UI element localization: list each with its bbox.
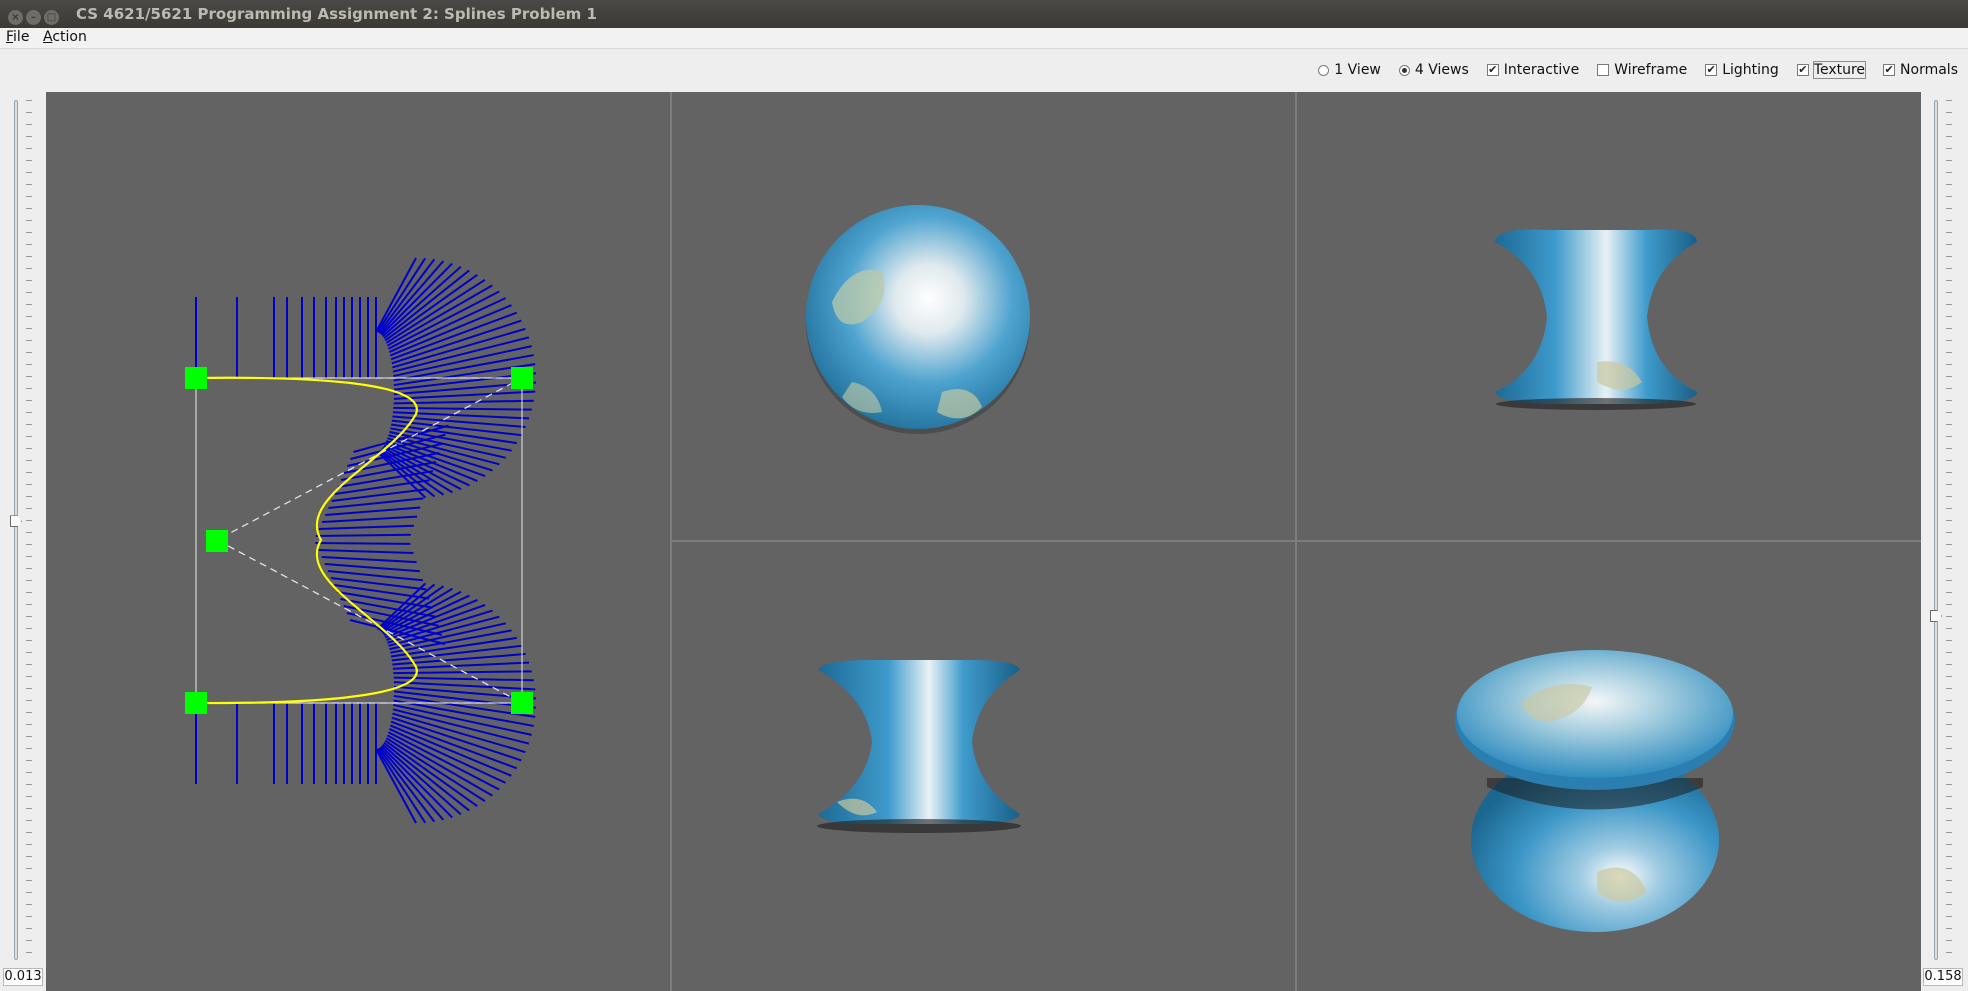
control-point[interactable] (185, 692, 207, 714)
window-controls: × – □ (8, 6, 62, 25)
maximize-icon[interactable]: □ (44, 10, 59, 25)
menu-action[interactable]: Action (43, 29, 87, 45)
normal-line (322, 515, 418, 523)
normal-line (334, 584, 430, 600)
normal-line (377, 258, 436, 334)
normals-label: Normals (1900, 62, 1958, 78)
spline-editor-view[interactable] (46, 92, 670, 991)
control-point[interactable] (511, 692, 533, 714)
normal-line (315, 542, 411, 545)
bounding-box (195, 377, 523, 704)
menu-file-mnemonic: F (6, 29, 14, 45)
left-slider-ticks (26, 100, 32, 960)
right-slider-track[interactable] (1934, 100, 1938, 960)
window-title: CS 4621/5621 Programming Assignment 2: S… (76, 5, 597, 23)
left-vertical-slider[interactable] (2, 92, 32, 964)
normal-line (321, 556, 417, 564)
perspective-view[interactable] (1297, 542, 1921, 991)
one-view-label: 1 View (1334, 62, 1381, 78)
normal-line (315, 533, 411, 537)
view-options-toolbar: 1 View 4 Views ✔ Interactive Wireframe ✔ L… (1300, 60, 1958, 80)
close-icon[interactable]: × (8, 10, 23, 25)
right-slider-thumb[interactable] (1930, 610, 1942, 622)
menu-action-mnemonic: A (43, 29, 53, 45)
menu-file[interactable]: File (6, 29, 29, 45)
minimize-icon[interactable]: – (26, 10, 41, 25)
texture-label: Texture (1812, 61, 1867, 79)
interactive-label: Interactive (1503, 62, 1580, 78)
left-slider-thumb[interactable] (10, 515, 22, 528)
control-point[interactable] (185, 367, 207, 389)
shape-shadow (817, 819, 1021, 833)
top-cap (1457, 650, 1733, 778)
four-views-radio[interactable]: 4 Views (1398, 62, 1469, 78)
wireframe-label: Wireframe (1614, 62, 1688, 78)
normals-checkbox[interactable]: ✔ Normals (1883, 62, 1958, 78)
control-point[interactable] (206, 530, 228, 552)
normals-checkbox-box[interactable]: ✔ (1883, 64, 1896, 76)
right-vertical-slider[interactable] (1922, 92, 1952, 964)
normal-line (324, 563, 420, 573)
front-view[interactable] (672, 542, 1295, 991)
spline-curve (195, 376, 418, 705)
hourglass-shape (1495, 229, 1697, 404)
normal-line (325, 506, 421, 516)
four-views-label: 4 Views (1414, 62, 1469, 78)
window-titlebar[interactable]: × – □ CS 4621/5621 Programming Assignment … (0, 0, 1968, 28)
side-view[interactable] (1297, 92, 1921, 540)
four-views-radio-indicator[interactable] (1398, 64, 1410, 76)
shape-shadow (1496, 398, 1696, 410)
control-polygon (196, 377, 523, 704)
control-point[interactable] (511, 367, 533, 389)
normal-lines (195, 257, 537, 824)
normal-line (318, 524, 414, 530)
one-view-radio-indicator[interactable] (1318, 64, 1330, 76)
normal-line (337, 591, 433, 609)
left-slider-value: 0.013 (3, 968, 43, 986)
normal-line (393, 406, 532, 411)
lighting-checkbox-box[interactable]: ✔ (1705, 64, 1718, 76)
lighting-label: Lighting (1722, 62, 1779, 78)
wireframe-checkbox-box[interactable] (1597, 64, 1610, 76)
viewport-area[interactable] (46, 92, 1921, 991)
texture-checkbox-box[interactable]: ✔ (1796, 64, 1809, 76)
normal-line (377, 747, 436, 823)
right-slider-ticks (1946, 100, 1952, 960)
normal-line (392, 708, 530, 745)
normal-line (318, 549, 414, 554)
left-slider-track[interactable] (14, 100, 18, 960)
interactive-checkbox[interactable]: ✔ Interactive (1486, 62, 1580, 78)
interactive-checkbox-box[interactable]: ✔ (1486, 64, 1499, 76)
menu-file-label: ile (13, 29, 30, 45)
menu-bar: File Action (0, 28, 1968, 49)
menu-action-label: ction (52, 29, 87, 45)
texture-checkbox[interactable]: ✔ Texture (1796, 61, 1867, 79)
one-view-radio[interactable]: 1 View (1318, 62, 1381, 78)
right-slider-value: 0.158 (1923, 968, 1963, 986)
normal-line (392, 336, 530, 373)
wireframe-checkbox[interactable]: Wireframe (1597, 62, 1687, 78)
top-view[interactable] (672, 92, 1295, 540)
lighting-checkbox[interactable]: ✔ Lighting (1705, 62, 1779, 78)
